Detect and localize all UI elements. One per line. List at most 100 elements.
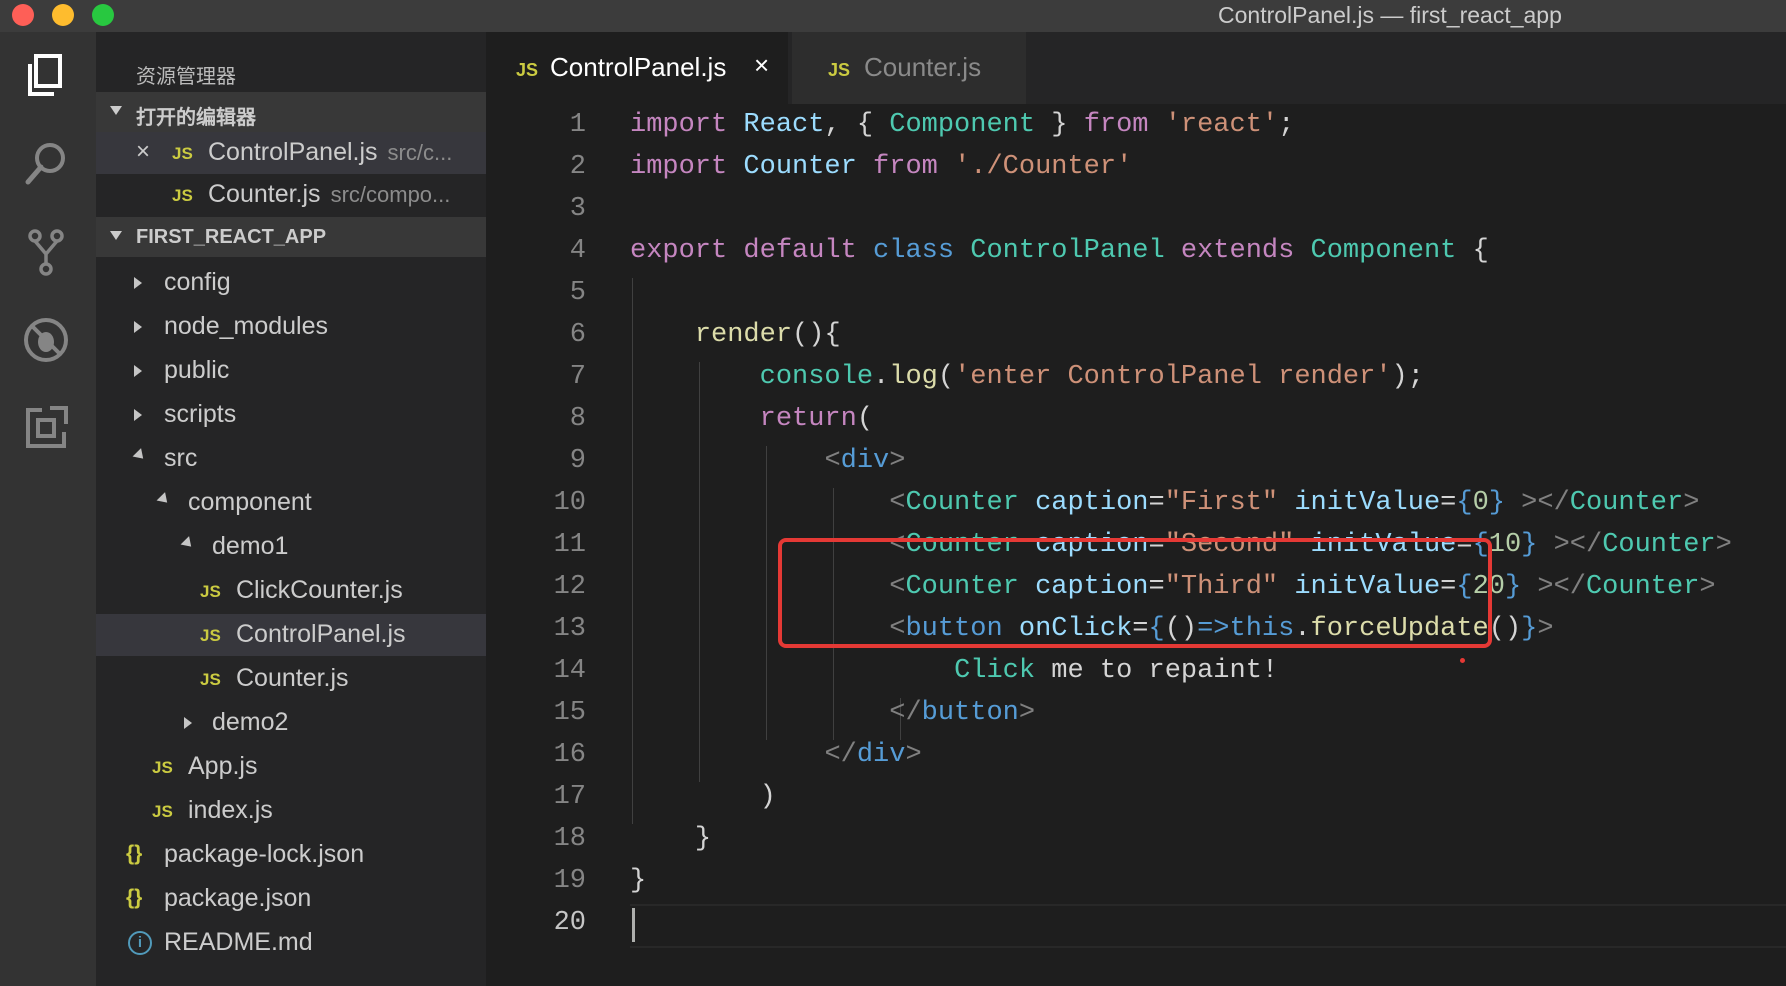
tree-file-controlpanel[interactable]: JS ControlPanel.js xyxy=(96,614,486,656)
chevron-right-icon xyxy=(134,409,142,421)
line-number: 18 xyxy=(553,824,586,854)
tree-folder-component[interactable]: component xyxy=(96,482,486,524)
code-line[interactable]: render(){ xyxy=(630,320,841,350)
tree-file-package[interactable]: {} package.json xyxy=(96,878,486,920)
line-number: 14 xyxy=(553,656,586,686)
tree-file-clickcounter[interactable]: JS ClickCounter.js xyxy=(96,570,486,612)
line-number: 1 xyxy=(569,110,586,140)
line-number: 11 xyxy=(553,530,586,560)
js-file-icon: JS xyxy=(200,626,221,645)
tab-controlpanel[interactable]: JS ControlPanel.js × xyxy=(486,32,788,104)
line-number: 5 xyxy=(569,278,586,308)
tree-folder-config[interactable]: config xyxy=(96,262,486,304)
activity-bar xyxy=(0,32,96,986)
tree-folder-demo2[interactable]: demo2 xyxy=(96,702,486,744)
search-icon[interactable] xyxy=(14,132,78,196)
annotation-highlight-box xyxy=(778,538,1492,648)
code-line[interactable]: </div> xyxy=(630,740,921,770)
json-file-icon: {} xyxy=(126,886,143,909)
line-number: 6 xyxy=(569,320,586,350)
files-icon[interactable] xyxy=(14,44,78,108)
title-bar: ControlPanel.js — first_react_app xyxy=(0,0,1786,32)
extensions-icon[interactable] xyxy=(14,396,78,460)
chevron-down-icon xyxy=(132,448,148,463)
code-line[interactable]: </button> xyxy=(630,698,1035,728)
tree-folder-public[interactable]: public xyxy=(96,350,486,392)
line-number: 17 xyxy=(553,782,586,812)
text-cursor xyxy=(632,908,635,942)
line-number-gutter: 1 2 3 4 5 6 7 8 9 10 11 12 13 14 15 16 1… xyxy=(486,104,586,986)
code-line[interactable]: console.log('enter ControlPanel render')… xyxy=(630,362,1424,392)
code-line[interactable]: <div> xyxy=(630,446,905,476)
open-editor-controlpanel[interactable]: × JS ControlPanel.js src/c... xyxy=(96,132,486,174)
tree-file-app[interactable]: JS App.js xyxy=(96,746,486,788)
chevron-right-icon xyxy=(134,321,142,333)
zoom-window-button[interactable] xyxy=(92,4,114,26)
js-file-icon: JS xyxy=(172,144,193,163)
chevron-down-icon xyxy=(110,231,122,240)
js-file-icon: JS xyxy=(172,186,193,205)
code-line[interactable]: export default class ControlPanel extend… xyxy=(630,236,1489,266)
code-editor[interactable]: 1 2 3 4 5 6 7 8 9 10 11 12 13 14 15 16 1… xyxy=(486,104,1786,986)
json-file-icon: {} xyxy=(126,842,143,865)
code-line[interactable]: import Counter from './Counter' xyxy=(630,152,1132,182)
chevron-right-icon xyxy=(134,277,142,289)
line-number: 16 xyxy=(553,740,586,770)
chevron-down-icon xyxy=(180,536,196,551)
tree-folder-src[interactable]: src xyxy=(96,438,486,480)
editor-tab-bar: JS ControlPanel.js × JS Counter.js xyxy=(486,32,1786,104)
js-file-icon: JS xyxy=(828,60,851,80)
tree-folder-demo1[interactable]: demo1 xyxy=(96,526,486,568)
explorer-title: 资源管理器 xyxy=(136,66,236,88)
line-number: 13 xyxy=(553,614,586,644)
debug-icon[interactable] xyxy=(14,308,78,372)
explorer-sidebar: 资源管理器 打开的编辑器 × JS ControlPanel.js src/c..… xyxy=(96,32,486,986)
js-file-icon: JS xyxy=(200,670,221,689)
project-header[interactable]: FIRST_REACT_APP xyxy=(96,217,486,257)
tree-file-readme[interactable]: i README.md xyxy=(96,922,486,964)
line-number: 10 xyxy=(553,488,586,518)
js-file-icon: JS xyxy=(516,60,539,80)
source-control-icon[interactable] xyxy=(14,220,78,284)
line-number: 15 xyxy=(553,698,586,728)
code-line[interactable]: Click me to repaint! xyxy=(630,656,1278,686)
line-number: 9 xyxy=(569,446,586,476)
line-number: 7 xyxy=(569,362,586,392)
code-line[interactable]: import React, { Component } from 'react'… xyxy=(630,110,1294,140)
chevron-right-icon xyxy=(184,717,192,729)
line-number: 8 xyxy=(569,404,586,434)
js-file-icon: JS xyxy=(200,582,221,601)
close-icon[interactable]: × xyxy=(754,50,769,81)
close-icon[interactable]: × xyxy=(136,138,150,166)
close-window-button[interactable] xyxy=(12,4,34,26)
open-editors-header[interactable]: 打开的编辑器 xyxy=(96,92,486,132)
info-icon: i xyxy=(128,931,152,955)
tree-folder-node-modules[interactable]: node_modules xyxy=(96,306,486,348)
window-title: ControlPanel.js — first_react_app xyxy=(1218,2,1562,28)
line-number: 3 xyxy=(569,194,586,224)
js-file-icon: JS xyxy=(152,758,173,777)
line-number: 2 xyxy=(569,152,586,182)
tab-counter[interactable]: JS Counter.js xyxy=(792,32,1026,104)
code-line[interactable]: ) xyxy=(630,782,776,812)
tree-file-index[interactable]: JS index.js xyxy=(96,790,486,832)
line-number: 12 xyxy=(553,572,586,602)
line-number: 19 xyxy=(553,866,586,896)
current-line-number: 20 xyxy=(553,908,586,938)
annotation-dot xyxy=(1460,658,1465,663)
code-line[interactable]: } xyxy=(630,824,711,854)
code-line[interactable]: <Counter caption="First" initValue={0} >… xyxy=(630,488,1699,518)
minimize-window-button[interactable] xyxy=(52,4,74,26)
chevron-down-icon xyxy=(110,106,122,115)
js-file-icon: JS xyxy=(152,802,173,821)
open-editor-counter[interactable]: JS Counter.js src/compo... xyxy=(96,174,486,216)
line-number: 4 xyxy=(569,236,586,266)
code-line[interactable]: } xyxy=(630,866,646,896)
tree-folder-scripts[interactable]: scripts xyxy=(96,394,486,436)
tree-file-package-lock[interactable]: {} package-lock.json xyxy=(96,834,486,876)
code-line[interactable]: return( xyxy=(630,404,873,434)
tree-file-counter[interactable]: JS Counter.js xyxy=(96,658,486,700)
current-line-highlight xyxy=(630,904,1786,948)
chevron-down-icon xyxy=(156,492,172,507)
chevron-right-icon xyxy=(134,365,142,377)
